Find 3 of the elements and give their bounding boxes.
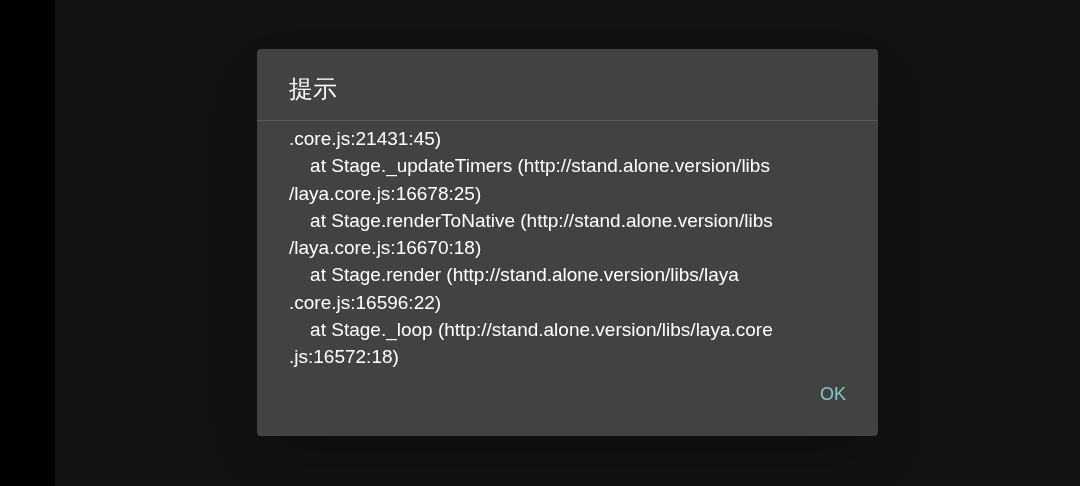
error-message: .core.js:21431:45) at Stage._updateTimers (http://stand.alone.version/libs /laya.core.js:16678:25) at Stage.renderToNative (http://stand.alone.version/libs /laya.core.js:16670:18) at Stage.render (http://stand.alone.version/libs/laya .core.js:16596:22) at Stage._loop (http://stand.alone.version/libs/laya.core .js:16572:18) (289, 127, 774, 370)
dialog-title: 提示 (289, 73, 337, 104)
ok-button[interactable]: OK (804, 373, 862, 416)
